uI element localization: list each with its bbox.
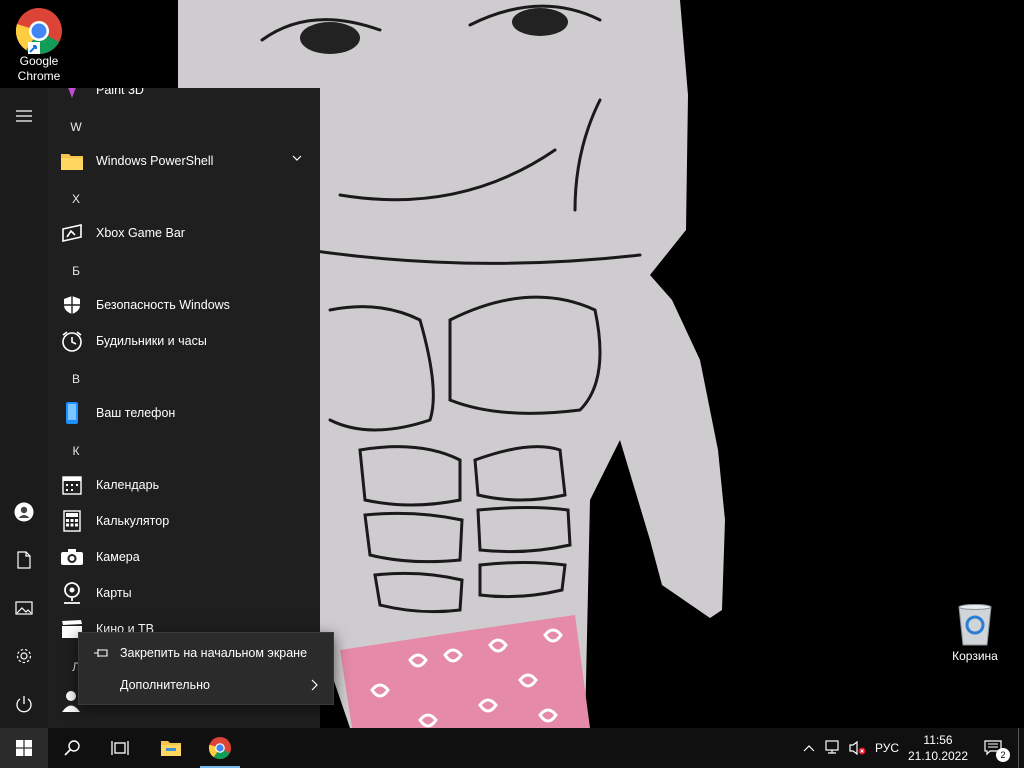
camera-icon	[61, 549, 83, 565]
phone-icon	[66, 402, 78, 424]
app-label: Камера	[96, 550, 140, 564]
pin-to-start-label: Закрепить на начальном экране	[120, 646, 308, 660]
app-label: Будильники и часы	[96, 334, 207, 348]
alarm-clock-icon	[62, 331, 82, 352]
chevron-down-icon[interactable]	[292, 155, 302, 161]
network-icon	[825, 740, 839, 754]
user-account-button[interactable]	[0, 488, 48, 536]
app-calculator[interactable]: Калькулятор	[48, 503, 320, 539]
maps-icon	[64, 582, 80, 604]
section-letter[interactable]: К	[48, 444, 104, 458]
section-letter[interactable]: В	[48, 372, 104, 386]
app-label: Ваш телефон	[96, 406, 176, 420]
desktop-icon-label: Корзина	[952, 649, 998, 663]
app-label: Калькулятор	[96, 514, 170, 528]
calculator-icon	[63, 510, 81, 532]
clock[interactable]: 11:56 21.10.2022	[906, 728, 970, 768]
documents-button[interactable]	[0, 536, 48, 584]
start-menu-rail	[0, 88, 48, 728]
app-calendar[interactable]: Календарь	[48, 467, 320, 503]
show-hidden-icons-button[interactable]	[800, 728, 818, 768]
app-label: Безопасность Windows	[96, 298, 230, 312]
task-view-icon	[111, 741, 129, 755]
network-tray-button[interactable]	[822, 728, 844, 768]
recycle-bin-icon	[958, 604, 992, 646]
user-icon	[14, 502, 34, 522]
paint-3d-icon	[68, 88, 76, 98]
section-letter[interactable]: W	[48, 120, 104, 134]
app-your-phone[interactable]: Ваш телефон	[48, 395, 320, 431]
chevron-up-icon	[803, 744, 815, 751]
app-xbox-game-bar[interactable]: Xbox Game Bar	[48, 215, 320, 251]
app-camera[interactable]: Камера	[48, 539, 320, 575]
pin-to-start-menu-item[interactable]: Закрепить на начальном экране	[79, 637, 333, 669]
app-windows-powershell[interactable]: Windows PowerShell	[48, 143, 320, 179]
taskbar: РУС 11:56 21.10.2022 2	[0, 728, 1024, 768]
hamburger-icon	[16, 110, 32, 122]
desktop-icon-label: Google Chrome	[17, 54, 61, 83]
app-label: Xbox Game Bar	[96, 226, 185, 240]
more-menu-item[interactable]: Дополнительно	[79, 669, 333, 701]
desktop-icon-chrome[interactable]: Google Chrome	[1, 6, 77, 84]
show-desktop-button[interactable]	[1018, 728, 1024, 768]
action-center-button[interactable]: 2	[978, 728, 1010, 768]
shield-icon	[64, 296, 80, 314]
folder-icon	[61, 154, 83, 170]
settings-button[interactable]	[0, 632, 48, 680]
power-icon	[16, 696, 32, 713]
app-label: Paint 3D	[96, 88, 144, 97]
context-menu: Закрепить на начальном экране Дополнител…	[78, 632, 334, 705]
start-button[interactable]	[0, 728, 48, 768]
app-label: Windows PowerShell	[96, 154, 214, 168]
app-windows-security[interactable]: Безопасность Windows	[48, 287, 320, 323]
more-label: Дополнительно	[120, 678, 210, 692]
gear-icon	[16, 648, 32, 664]
file-explorer-button[interactable]	[147, 728, 195, 768]
pin-icon	[94, 649, 108, 657]
section-letter[interactable]: Б	[48, 264, 104, 278]
task-view-button[interactable]	[96, 728, 144, 768]
chrome-icon	[208, 736, 232, 760]
hamburger-menu-button[interactable]	[0, 92, 48, 140]
section-letter[interactable]: X	[48, 192, 104, 206]
clock-date: 21.10.2022	[907, 749, 969, 763]
folder-icon	[161, 741, 181, 756]
chrome-icon	[15, 8, 62, 54]
chrome-taskbar-button[interactable]	[196, 728, 244, 768]
notification-count-badge: 2	[996, 748, 1010, 762]
windows-logo-icon	[16, 740, 32, 756]
app-alarms-clock[interactable]: Будильники и часы	[48, 323, 320, 359]
desktop-icon-recycle-bin[interactable]: Корзина	[937, 603, 1013, 664]
calendar-icon	[62, 476, 82, 495]
clock-time: 11:56	[923, 733, 953, 747]
language-indicator[interactable]: РУС	[870, 728, 904, 768]
picture-icon	[15, 601, 33, 615]
document-icon	[17, 551, 31, 569]
xbox-game-bar-icon	[62, 224, 82, 242]
search-icon	[64, 740, 80, 756]
search-button[interactable]	[48, 728, 96, 768]
volume-muted-icon	[849, 740, 866, 756]
pictures-button[interactable]	[0, 584, 48, 632]
chevron-right-icon	[311, 679, 318, 691]
volume-tray-button[interactable]	[846, 728, 868, 768]
app-label: Календарь	[96, 478, 160, 492]
app-paint-3d[interactable]: Paint 3D	[48, 88, 320, 108]
app-maps[interactable]: Карты	[48, 575, 320, 611]
app-label: Карты	[96, 586, 132, 600]
power-button[interactable]	[0, 680, 48, 728]
